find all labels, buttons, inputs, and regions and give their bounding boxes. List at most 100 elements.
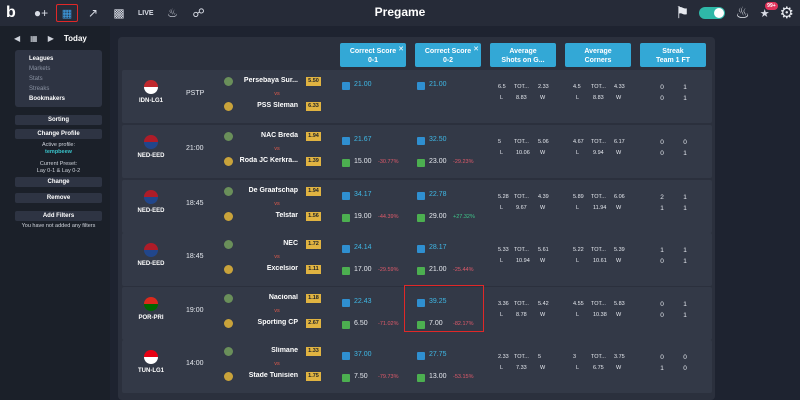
menu-bookmakers[interactable]: Bookmakers bbox=[29, 94, 102, 104]
col-avg-corners[interactable]: Average Corners bbox=[565, 43, 631, 67]
bell-outline-icon[interactable]: ♨ bbox=[735, 3, 749, 23]
menu-leagues[interactable]: Leagues bbox=[29, 54, 102, 64]
menu-stats[interactable]: Stats bbox=[29, 74, 102, 84]
cs01-top-odd[interactable]: 37.00 bbox=[354, 351, 372, 358]
shots-home: 6.5 bbox=[498, 84, 506, 90]
match-row[interactable]: NED-EED 18:45 De Graafschap 1.94 vs Tels… bbox=[122, 180, 712, 233]
col-correct-score-0-1[interactable]: Correct Score 0-1 ✕ bbox=[340, 43, 406, 67]
share-icon[interactable]: ☍ bbox=[186, 0, 212, 26]
cs01-top-odd[interactable]: 34.17 bbox=[354, 191, 372, 198]
calendar-icon[interactable]: ▦ bbox=[56, 4, 78, 22]
streak-away-2: 1 bbox=[683, 258, 687, 265]
league-flag-icon bbox=[144, 243, 158, 257]
cs02-bottom-odd[interactable]: 13.00 bbox=[429, 373, 447, 380]
shots-home: 2.33 bbox=[498, 354, 509, 360]
shots-total: 8.78 bbox=[516, 312, 527, 318]
date-label[interactable]: Today bbox=[64, 34, 87, 43]
close-icon[interactable]: ✕ bbox=[398, 45, 404, 54]
cs01-bottom-odd[interactable]: 19.00 bbox=[354, 213, 372, 220]
cs02-bottom-odd[interactable]: 21.00 bbox=[429, 266, 447, 273]
home-odd[interactable]: 1.18 bbox=[306, 294, 321, 303]
col-correct-score-0-2[interactable]: Correct Score 0-2 ✕ bbox=[415, 43, 481, 67]
menu-markets[interactable]: Markets bbox=[29, 64, 102, 74]
home-odd[interactable]: 1.72 bbox=[306, 240, 321, 249]
user-add-icon[interactable]: ●+ bbox=[28, 0, 54, 26]
bookmaker-b-icon bbox=[342, 192, 350, 200]
next-day-icon[interactable]: ▶ bbox=[48, 34, 54, 43]
bar-chart-icon[interactable]: ▩ bbox=[106, 0, 132, 26]
cs02-top-odd[interactable]: 32.50 bbox=[429, 136, 447, 143]
cs01-bottom-odd[interactable]: 7.50 bbox=[354, 373, 368, 380]
cs01-top-odd[interactable]: 24.14 bbox=[354, 244, 372, 251]
col-avg-shots[interactable]: Average Shots on G... bbox=[490, 43, 556, 67]
cs01-bottom-odd[interactable]: 17.00 bbox=[354, 266, 372, 273]
sorting-button[interactable]: Sorting bbox=[15, 115, 102, 125]
prev-day-icon[interactable]: ◀ bbox=[14, 34, 20, 43]
menu-streaks[interactable]: Streaks bbox=[29, 84, 102, 94]
chart-trend-icon[interactable]: ↗ bbox=[80, 0, 106, 26]
streak-home-1: 0 bbox=[660, 139, 664, 146]
league-code[interactable]: TUN-LG1 bbox=[126, 368, 176, 374]
shots-total-label: TOT... bbox=[514, 247, 529, 253]
league-code[interactable]: NED-EED bbox=[126, 261, 176, 267]
home-odd[interactable]: 1.94 bbox=[306, 187, 321, 196]
change-button[interactable]: Change bbox=[15, 177, 102, 187]
cs01-top-odd[interactable]: 22.43 bbox=[354, 298, 372, 305]
settings-icon[interactable]: ⚙ bbox=[780, 3, 794, 23]
theme-toggle[interactable] bbox=[699, 7, 726, 19]
shots-l-label: L bbox=[500, 150, 504, 156]
col-streak[interactable]: Streak Team 1 FT bbox=[640, 43, 706, 67]
shots-total-label: TOT... bbox=[514, 84, 529, 90]
notifications-icon[interactable]: ★ 99+ bbox=[760, 1, 778, 20]
league-code[interactable]: NED-EED bbox=[126, 208, 176, 214]
cs01-top-odd[interactable]: 21.67 bbox=[354, 136, 372, 143]
col-title: Average bbox=[509, 48, 537, 55]
corners-l-label: L bbox=[576, 95, 580, 101]
remove-button[interactable]: Remove bbox=[15, 193, 102, 203]
flag-icon[interactable]: ⚑ bbox=[675, 3, 689, 23]
match-row[interactable]: IDN-LG1 PSTP Persebaya Sur... 5.50 vs PS… bbox=[122, 70, 712, 123]
away-odd[interactable]: 1.75 bbox=[306, 372, 321, 381]
streak-home-2: 1 bbox=[683, 301, 687, 308]
home-odd[interactable]: 1.33 bbox=[306, 347, 321, 356]
app-logo[interactable]: b bbox=[6, 4, 28, 22]
cs01-top-odd[interactable]: 21.00 bbox=[354, 81, 372, 88]
away-odd[interactable]: 1.11 bbox=[306, 265, 321, 274]
calendar-small-icon[interactable]: ▦ bbox=[30, 34, 38, 43]
vs-label: vs bbox=[274, 254, 280, 260]
cs02-top-odd[interactable]: 27.75 bbox=[429, 351, 447, 358]
away-odd[interactable]: 2.67 bbox=[306, 319, 321, 328]
sidebar: ◀ ▦ ▶ Today Leagues Markets Stats Streak… bbox=[0, 26, 110, 400]
change-profile-button[interactable]: Change Profile bbox=[15, 129, 102, 139]
league-code[interactable]: NED-EED bbox=[126, 153, 176, 159]
league-flag-icon bbox=[144, 135, 158, 149]
home-team-logo-icon bbox=[224, 77, 233, 86]
match-row[interactable]: NED-EED 18:45 NEC 1.72 vs Excelsior 1.11… bbox=[122, 233, 712, 286]
bell-icon[interactable]: ♨ bbox=[160, 0, 186, 26]
home-team-logo-icon bbox=[224, 294, 233, 303]
add-filters-button[interactable]: Add Filters bbox=[15, 211, 102, 221]
match-row[interactable]: TUN-LG1 14:00 Slimane 1.33 vs Stade Tuni… bbox=[122, 340, 712, 393]
cs02-bottom-odd[interactable]: 29.00 bbox=[429, 213, 447, 220]
bookmaker-g-icon bbox=[342, 104, 350, 112]
cs01-bottom-odd[interactable]: 15.00 bbox=[354, 158, 372, 165]
cs02-bottom-odd[interactable]: 23.00 bbox=[429, 158, 447, 165]
vs-label: vs bbox=[274, 201, 280, 207]
away-odd[interactable]: 1.39 bbox=[306, 157, 321, 166]
league-code[interactable]: IDN-LG1 bbox=[126, 98, 176, 104]
close-icon[interactable]: ✕ bbox=[473, 45, 479, 54]
home-odd[interactable]: 1.94 bbox=[306, 132, 321, 141]
cs02-top-odd[interactable]: 22.78 bbox=[429, 191, 447, 198]
home-odd[interactable]: 5.50 bbox=[306, 77, 321, 86]
shots-l-label: L bbox=[500, 365, 504, 371]
cs02-top-odd[interactable]: 21.00 bbox=[429, 81, 447, 88]
cs02-top-odd[interactable]: 28.17 bbox=[429, 244, 447, 251]
cs01-change-pct: -71.02% bbox=[378, 321, 399, 327]
shots-total: 9.67 bbox=[516, 205, 527, 211]
league-code[interactable]: POR-PRI bbox=[126, 315, 176, 321]
away-odd[interactable]: 1.56 bbox=[306, 212, 321, 221]
cs01-bottom-odd[interactable]: 6.50 bbox=[354, 320, 368, 327]
match-row[interactable]: NED-EED 21:00 NAC Breda 1.94 vs Roda JC … bbox=[122, 125, 712, 178]
live-button[interactable]: LIVE bbox=[138, 10, 154, 17]
away-odd[interactable]: 6.33 bbox=[306, 102, 321, 111]
